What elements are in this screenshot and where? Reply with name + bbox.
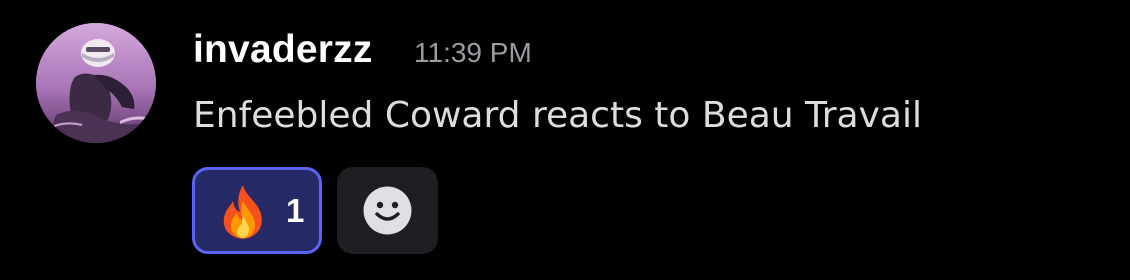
- avatar[interactable]: [36, 23, 156, 143]
- message-timestamp: 11:39 PM: [414, 37, 532, 68]
- reaction-fire[interactable]: 1: [192, 167, 322, 254]
- reaction-count: 1: [286, 192, 305, 229]
- smiley-face-icon: [363, 186, 412, 235]
- message-content: Enfeebled Coward reacts to Beau Travail: [193, 95, 922, 136]
- chat-message: invaderzz 11:39 PM Enfeebled Coward reac…: [0, 0, 1130, 280]
- add-reaction-button[interactable]: [337, 167, 438, 254]
- author-name[interactable]: invaderzz: [193, 22, 373, 78]
- avatar-image: [36, 23, 156, 143]
- fire-icon: [223, 185, 262, 239]
